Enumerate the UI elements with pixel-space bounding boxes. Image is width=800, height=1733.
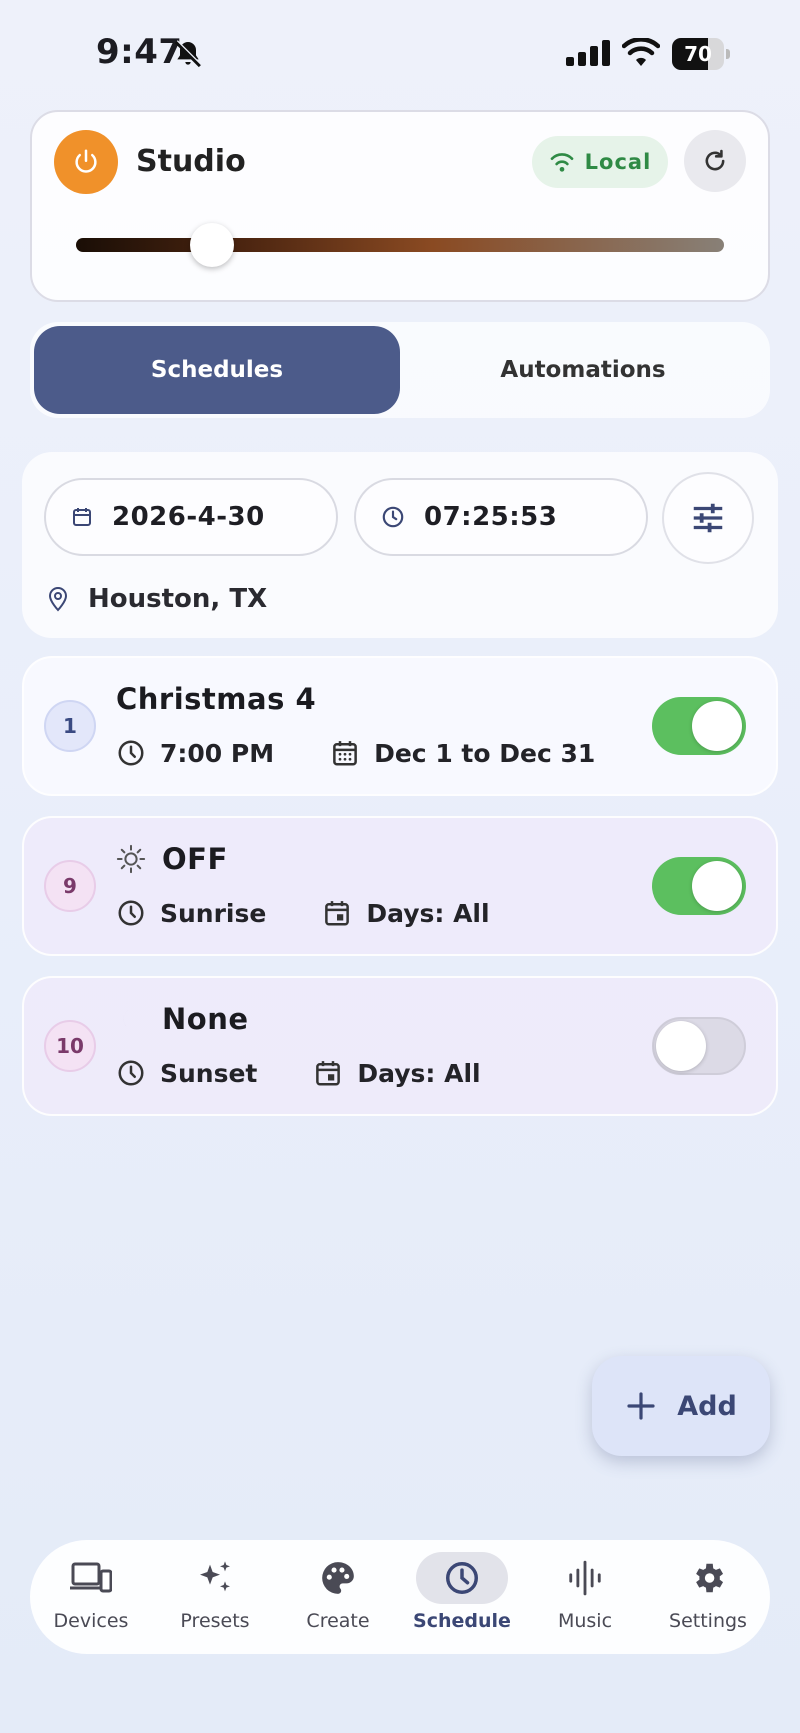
nav-settings[interactable]: Settings bbox=[653, 1552, 763, 1644]
schedule-title-text: None bbox=[162, 1002, 249, 1036]
nav-label: Schedule bbox=[413, 1610, 511, 1632]
refresh-icon bbox=[705, 149, 725, 171]
calendar-today-icon bbox=[316, 1061, 341, 1086]
clock-icon bbox=[118, 1060, 144, 1086]
schedule-meta: Sunrise Days: All bbox=[116, 898, 490, 928]
devices-icon bbox=[70, 1562, 112, 1593]
sparkle-icon bbox=[200, 1561, 230, 1592]
clock-icon bbox=[118, 900, 144, 926]
connection-badge[interactable]: Local bbox=[532, 136, 668, 188]
time-value: 07:25:53 bbox=[424, 502, 558, 532]
battery-indicator: 70 bbox=[672, 38, 730, 70]
date-value: 2026-4-30 bbox=[112, 502, 265, 532]
clock-icon bbox=[446, 1562, 478, 1594]
schedule-days: Days: All bbox=[366, 898, 490, 928]
time-picker[interactable]: 07:25:53 bbox=[354, 478, 648, 556]
nav-devices[interactable]: Devices bbox=[36, 1552, 146, 1644]
schedule-index-badge: 10 bbox=[44, 1020, 96, 1072]
schedule-toggle[interactable] bbox=[652, 1017, 746, 1075]
schedule-meta: 7:00 PM Dec 1 to Dec 31 bbox=[116, 738, 595, 768]
plus-icon bbox=[627, 1392, 655, 1420]
nav-label: Music bbox=[557, 1610, 613, 1632]
device-name: Studio bbox=[136, 144, 246, 179]
waveform-icon bbox=[569, 1560, 601, 1596]
add-label: Add bbox=[677, 1390, 737, 1422]
device-card bbox=[30, 110, 770, 302]
schedule-meta: Sunset Days: All bbox=[116, 1058, 481, 1088]
nav-presets[interactable]: Presets bbox=[160, 1552, 270, 1644]
nav-label: Presets bbox=[180, 1610, 250, 1632]
power-button[interactable] bbox=[54, 130, 118, 194]
schedule-title: Christmas 4 bbox=[116, 682, 316, 716]
tab-automations[interactable]: Automations bbox=[400, 326, 766, 414]
nav-schedule[interactable]: Schedule bbox=[407, 1552, 517, 1644]
schedule-toggle[interactable] bbox=[652, 857, 746, 915]
tune-icon bbox=[693, 503, 723, 533]
tab-schedules[interactable]: Schedules bbox=[34, 326, 400, 414]
palette-icon bbox=[322, 1562, 354, 1594]
schedule-toggle[interactable] bbox=[652, 697, 746, 755]
clock-icon bbox=[382, 506, 404, 528]
power-icon bbox=[75, 149, 97, 173]
wifi-icon bbox=[550, 153, 574, 172]
nav-label: Create bbox=[306, 1610, 370, 1632]
schedule-index-badge: 1 bbox=[44, 700, 96, 752]
status-time: 9:47 bbox=[96, 32, 183, 72]
cell-signal-icon bbox=[566, 40, 610, 66]
schedule-days: Dec 1 to Dec 31 bbox=[374, 738, 596, 768]
schedule-title-text: OFF bbox=[162, 842, 228, 876]
schedule-days: Days: All bbox=[357, 1058, 481, 1088]
connection-label: Local bbox=[584, 150, 652, 174]
nav-create[interactable]: Create bbox=[283, 1552, 393, 1644]
schedule-time: Sunset bbox=[160, 1058, 258, 1088]
schedule-title: OFF bbox=[116, 842, 228, 876]
brightness-slider-thumb[interactable] bbox=[190, 223, 235, 267]
nav-label: Devices bbox=[53, 1610, 129, 1632]
location[interactable]: Houston, TX bbox=[46, 584, 267, 614]
battery-percent: 70 bbox=[684, 42, 712, 66]
filter-settings-button[interactable] bbox=[662, 472, 754, 564]
moon-icon bbox=[123, 1007, 135, 1031]
bell-muted-icon bbox=[174, 40, 202, 68]
nav-label: Settings bbox=[669, 1610, 747, 1632]
wifi-icon bbox=[622, 38, 660, 66]
add-schedule-button[interactable]: Add bbox=[592, 1356, 770, 1456]
nav-music[interactable]: Music bbox=[530, 1552, 640, 1644]
schedule-title: None bbox=[116, 1002, 249, 1036]
calendar-today-icon bbox=[325, 901, 350, 926]
clock-icon bbox=[118, 740, 144, 766]
refresh-button[interactable] bbox=[684, 130, 746, 192]
location-value: Houston, TX bbox=[88, 584, 268, 614]
brightness-slider[interactable] bbox=[76, 238, 724, 252]
sun-icon bbox=[116, 844, 146, 874]
schedule-index-badge: 9 bbox=[44, 860, 96, 912]
calendar-range-icon bbox=[333, 741, 357, 766]
calendar-icon bbox=[73, 508, 91, 526]
date-picker[interactable]: 2026-4-30 bbox=[44, 478, 338, 556]
schedule-time: Sunrise bbox=[160, 898, 267, 928]
schedule-time: 7:00 PM bbox=[160, 738, 275, 768]
gear-icon bbox=[696, 1563, 724, 1593]
location-pin-icon bbox=[48, 587, 68, 612]
schedule-title-text: Christmas 4 bbox=[116, 682, 317, 716]
